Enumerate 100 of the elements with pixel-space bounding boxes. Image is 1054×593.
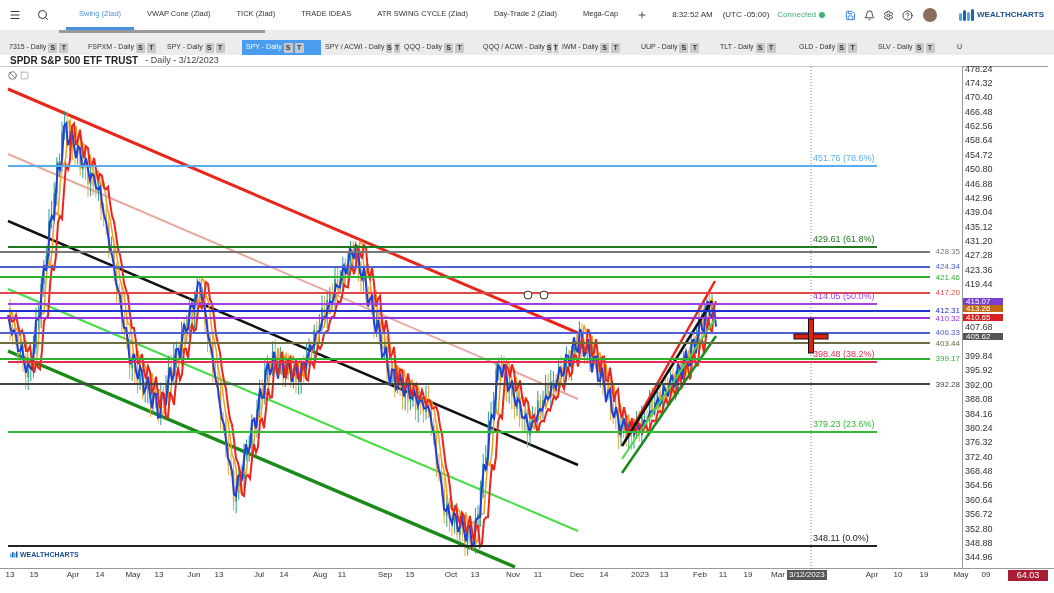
price-axis-label: 435.12 — [965, 222, 993, 231]
price-axis-label: 442.96 — [965, 193, 993, 202]
cursor-date-badge: 3/12/2023 — [787, 570, 827, 580]
handle-icon[interactable] — [523, 290, 549, 300]
price-axis-label: 348.88 — [965, 539, 993, 547]
chart-subtitle: - Daily - 3/12/2023 — [145, 53, 219, 67]
price-axis-label: 399.84 — [965, 352, 993, 361]
price-axis-label: 384.16 — [965, 409, 993, 418]
time-axis-label: 19 — [919, 570, 929, 580]
fib-level-label: 429.61 (61.8%) — [813, 234, 875, 246]
time-axis-label: Jun — [187, 570, 201, 580]
watermark-logo-icon — [10, 551, 18, 559]
price-axis-label: 368.48 — [965, 467, 993, 476]
time-axis-label: Jul — [253, 570, 265, 580]
price-level-label: 399.17 — [935, 355, 960, 363]
price-axis-label: 380.24 — [965, 423, 993, 432]
price-axis-label: 450.80 — [965, 165, 993, 174]
chart-title: SPDR S&P 500 ETF TRUST — [10, 54, 139, 68]
logo-icon — [959, 9, 976, 21]
time-axis-label: 10 — [893, 570, 903, 580]
time-axis-label: 09 — [981, 570, 991, 580]
price-level-label: 417.20 — [935, 289, 960, 297]
avatar[interactable] — [923, 8, 938, 22]
time-axis-label: Apr — [865, 570, 879, 580]
time-axis-label: 14 — [95, 570, 105, 580]
fib-level-label: 379.23 (23.6%) — [813, 419, 875, 431]
menu-icon[interactable] — [9, 9, 21, 21]
price-axis-label: 392.00 — [965, 380, 993, 389]
time-axis-label: 19 — [743, 570, 753, 580]
price-badge: 415.07 — [963, 298, 1003, 306]
time-axis-label: Apr — [66, 570, 80, 580]
price-axis-label: 423.36 — [965, 265, 993, 274]
time-axis-label: Sep — [377, 570, 393, 580]
tab-scrollbar[interactable] — [59, 30, 265, 33]
price-level-label: 412.31 — [935, 307, 960, 315]
price-level-label: 392.28 — [935, 380, 960, 389]
time-axis-label: May — [953, 570, 969, 580]
search-icon[interactable] — [37, 9, 49, 21]
price-axis-label: 454.72 — [965, 150, 993, 159]
price-axis-label: 462.56 — [965, 122, 993, 130]
settings-icon[interactable] — [883, 9, 895, 21]
price-axis-label: 470.40 — [965, 93, 993, 102]
fib-level-label: 414.05 (50.0%) — [813, 291, 875, 303]
price-axis-label: 466.48 — [965, 107, 993, 116]
price-axis-label: 478.24 — [965, 64, 993, 73]
price-axis-label: 376.32 — [965, 438, 993, 447]
fib-level-label: 451.76 (78.6%) — [813, 153, 875, 165]
price-level-label: 428.35 — [935, 248, 960, 256]
price-axis-label: 356.72 — [965, 510, 993, 519]
connection-status: Connected — [777, 9, 817, 21]
price-axis-label: 427.28 — [965, 251, 993, 260]
price-axis-label: 419.44 — [965, 280, 993, 289]
price-axis-label: 439.04 — [965, 208, 993, 217]
price-level-label: 424.34 — [935, 262, 960, 271]
time-axis-label: Dec — [569, 570, 585, 580]
time-axis-label: Nov — [505, 570, 521, 580]
time-axis-label: Oct — [444, 570, 458, 580]
price-axis-label: 388.08 — [965, 395, 993, 404]
price-axis-label: 446.88 — [965, 179, 993, 188]
logo-text: WEALTHCHARTS — [977, 9, 1044, 21]
price-level-label: 410.32 — [935, 314, 960, 323]
price-axis-label: 474.32 — [965, 78, 993, 87]
add-icon[interactable] — [637, 10, 648, 20]
price-axis-label: 407.68 — [965, 323, 993, 332]
price-axis-label: 352.80 — [965, 524, 993, 533]
time-axis-label: May — [125, 570, 141, 580]
time-axis-label: Feb — [693, 570, 707, 580]
time-axis-label: 2023 — [631, 570, 649, 580]
price-badge: 405.62 — [963, 332, 1003, 340]
time-axis-label: 11 — [718, 570, 728, 580]
hide-icon[interactable] — [8, 71, 17, 80]
help-icon[interactable] — [902, 9, 914, 21]
price-axis-label: 344.96 — [965, 553, 993, 562]
time-axis-label: 11 — [337, 570, 347, 580]
time-axis-label: 13 — [659, 570, 669, 580]
price-axis-label: 360.64 — [965, 495, 993, 504]
price-axis-label: 372.40 — [965, 452, 993, 461]
time-axis-label: 13 — [154, 570, 164, 580]
price-badge: 410.65 — [963, 314, 1003, 322]
price-level-label: 421.46 — [935, 273, 960, 281]
time-axis-label: Aug — [312, 570, 328, 580]
time-axis-label: 15 — [405, 570, 415, 580]
price-level-label: 406.33 — [935, 329, 960, 337]
time-axis-label: 13 — [214, 570, 224, 580]
notifications-icon[interactable] — [864, 9, 876, 21]
price-axis-label: 458.64 — [965, 136, 993, 145]
save-icon[interactable] — [845, 9, 857, 21]
time-axis-label: 15 — [29, 570, 39, 580]
fib-level-label: 398.48 (38.2%) — [813, 348, 875, 360]
time-axis-label: 14 — [599, 570, 609, 580]
time-axis-label: 13 — [470, 570, 480, 580]
time-axis-label: 13 — [5, 570, 15, 580]
time-axis-label: Mar — [771, 570, 785, 580]
time-axis-label: 11 — [533, 570, 543, 580]
price-axis-label: 395.92 — [965, 366, 993, 375]
price-axis-label: 431.20 — [965, 237, 993, 246]
price-badge: 413.26 — [963, 305, 1003, 313]
indicator-value-badge: 64.03 — [1008, 569, 1048, 581]
clock-time: 8:32:52 AM — [672, 9, 713, 21]
time-axis-label: 14 — [279, 570, 289, 580]
